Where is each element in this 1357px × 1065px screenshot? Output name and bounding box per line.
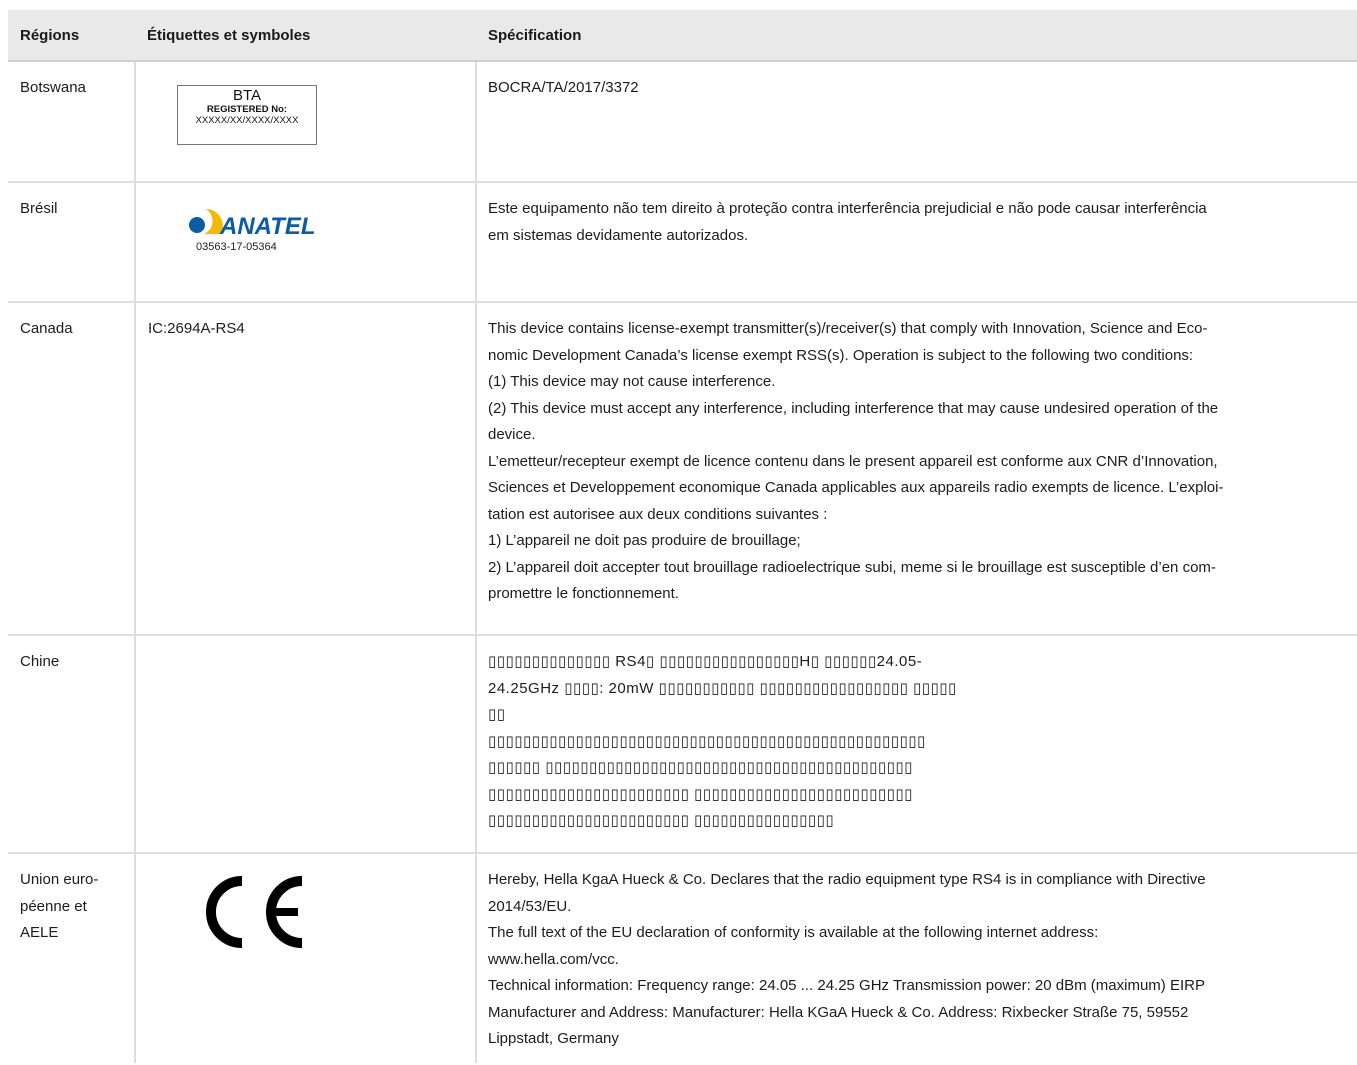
table-row: Union euro- péenne et AELE Hereby, Hella — [8, 853, 1357, 1063]
anatel-number: 03563-17-05364 — [196, 241, 277, 253]
bta-number: XXXXX/XX/XXXX/XXXX — [195, 115, 299, 126]
header-regions: Régions — [8, 10, 135, 62]
spec-line: The full text of the EU declaration of c… — [488, 924, 1099, 941]
header-specification: Spécification — [476, 10, 1357, 62]
region-cell: Brésil — [8, 182, 136, 303]
spec-line: Sciences et Developpement economique Can… — [488, 479, 1224, 496]
spec-line: L’emetteur/recepteur exempt de licence c… — [488, 452, 1218, 470]
document-page: Régions Étiquettes et symboles Spécifica… — [0, 0, 1357, 1065]
regulatory-table: Régions Étiquettes et symboles Spécifica… — [8, 10, 1357, 1063]
spec-line: www.hella.com/vcc. — [488, 950, 619, 968]
region-name: Chine — [20, 653, 60, 670]
header-labels-symbols: Étiquettes et symboles — [135, 10, 476, 62]
spec-line: (1) This device may not cause interferen… — [488, 373, 776, 390]
spec-line: device. — [488, 426, 536, 443]
table-row: Brésil ANATEL 03563-17-05364 Este equipa… — [8, 182, 1357, 303]
region-cell: Botswana — [8, 61, 136, 183]
spec-cell: ▯▯▯▯▯▯▯▯▯▯▯▯▯▯ RS4▯ ▯▯▯▯▯▯▯▯▯▯▯▯▯▯▯▯H▯ ▯… — [476, 635, 1357, 854]
label-cell — [135, 853, 477, 1063]
region-name: Botswana — [20, 79, 86, 96]
spec-cell: BOCRA/TA/2017/3372 — [476, 61, 1357, 183]
spec-cell: This device contains license-exempt tran… — [476, 302, 1357, 636]
spec-cell: Hereby, Hella KgaA Hueck & Co. Declares … — [476, 853, 1357, 1063]
spec-line: This device contains license-exempt tran… — [488, 320, 1208, 337]
anatel-logo: ANATEL 03563-17-05364 — [186, 204, 316, 253]
region-name-line: Union euro- — [20, 871, 99, 888]
spec-line: Manufacturer and Address: Manufacturer: … — [488, 1003, 1189, 1021]
spec-line: 24.25GHz ▯▯▯▯: 20mW ▯▯▯▯▯▯▯▯▯▯▯ ▯▯▯▯▯▯▯▯… — [488, 679, 957, 697]
region-name: Brésil — [20, 200, 58, 217]
spec-line: BOCRA/TA/2017/3372 — [488, 79, 639, 96]
label-cell: ANATEL 03563-17-05364 — [135, 182, 477, 303]
region-cell: Chine — [8, 635, 136, 854]
region-name-line: AELE — [20, 924, 59, 941]
spec-line: 2) L’appareil doit accepter tout brouill… — [488, 558, 1216, 576]
spec-line: Hereby, Hella KgaA Hueck & Co. Declares … — [488, 871, 1206, 888]
label-cell: BTA REGISTERED No: XXXXX/XX/XXXX/XXXX — [135, 61, 477, 183]
spec-line: (2) This device must accept any interfer… — [488, 399, 1219, 417]
bta-title: BTA — [232, 87, 262, 104]
ce-mark-icon — [206, 876, 303, 948]
label-cell: IC:2694A-RS4 — [135, 302, 477, 636]
spec-line: ▯▯▯▯▯▯ ▯▯▯▯▯▯▯▯▯▯▯▯▯▯▯▯▯▯▯▯▯▯▯▯▯▯▯▯▯▯▯▯▯… — [488, 759, 913, 776]
spec-line: 2014/53/EU. — [488, 897, 572, 915]
table-header-row: Régions Étiquettes et symboles Spécifica… — [8, 10, 1357, 62]
spec-cell: Este equipamento não tem direito à prote… — [476, 182, 1357, 303]
spec-line: nomic Development Canada’s license exemp… — [488, 346, 1194, 364]
spec-line: ▯▯▯▯▯▯▯▯▯▯▯▯▯▯ RS4▯ ▯▯▯▯▯▯▯▯▯▯▯▯▯▯▯▯H▯ ▯… — [488, 653, 923, 670]
table-row: Chine ▯▯▯▯▯▯▯▯▯▯▯▯▯▯ RS4▯ ▯▯▯▯▯▯▯▯▯▯▯▯▯▯… — [8, 635, 1357, 854]
spec-line: ▯▯▯▯▯▯▯▯▯▯▯▯▯▯▯▯▯▯▯▯▯▯▯▯▯▯▯▯▯▯▯▯▯▯▯▯▯▯▯▯… — [488, 732, 926, 750]
spec-line: em sistemas devidamente autorizados. — [488, 226, 749, 244]
region-name: Canada — [20, 320, 73, 337]
anatel-emblem-icon: ANATEL — [189, 209, 316, 238]
label-cell — [135, 635, 477, 854]
spec-line: ▯▯ — [488, 706, 506, 723]
table-row: Canada IC:2694A-RS4 This device contains… — [8, 302, 1357, 636]
anatel-logo-text: ANATEL — [219, 213, 316, 238]
spec-line: Technical information: Frequency range: … — [488, 977, 1205, 994]
region-cell: Canada — [8, 302, 136, 636]
bta-registered: REGISTERED No: — [206, 104, 288, 115]
spec-line: ▯▯▯▯▯▯▯▯▯▯▯▯▯▯▯▯▯▯▯▯▯▯▯ ▯▯▯▯▯▯▯▯▯▯▯▯▯▯▯▯… — [488, 785, 913, 803]
table-row: Botswana BTA REGISTERED No: XXXXX/XX/XXX… — [8, 61, 1357, 183]
spec-line: Lippstadt, Germany — [488, 1030, 619, 1047]
spec-line: promettre le fonctionnement. — [488, 585, 679, 602]
region-cell: Union euro- péenne et AELE — [8, 853, 136, 1063]
spec-line: Este equipamento não tem direito à prote… — [488, 200, 1207, 217]
spec-line: 1) L’appareil ne doit pas produire de br… — [488, 532, 801, 549]
spec-line: tation est autorisee aux deux conditions… — [488, 505, 828, 523]
top-margin — [0, 0, 1357, 10]
ic-number: IC:2694A-RS4 — [148, 320, 245, 337]
spec-line: ▯▯▯▯▯▯▯▯▯▯▯▯▯▯▯▯▯▯▯▯▯▯▯ ▯▯▯▯▯▯▯▯▯▯▯▯▯▯▯▯ — [488, 812, 835, 829]
bta-registration-label: BTA REGISTERED No: XXXXX/XX/XXXX/XXXX — [177, 85, 317, 145]
region-name-line: péenne et — [20, 897, 87, 915]
ce-mark — [196, 875, 463, 959]
